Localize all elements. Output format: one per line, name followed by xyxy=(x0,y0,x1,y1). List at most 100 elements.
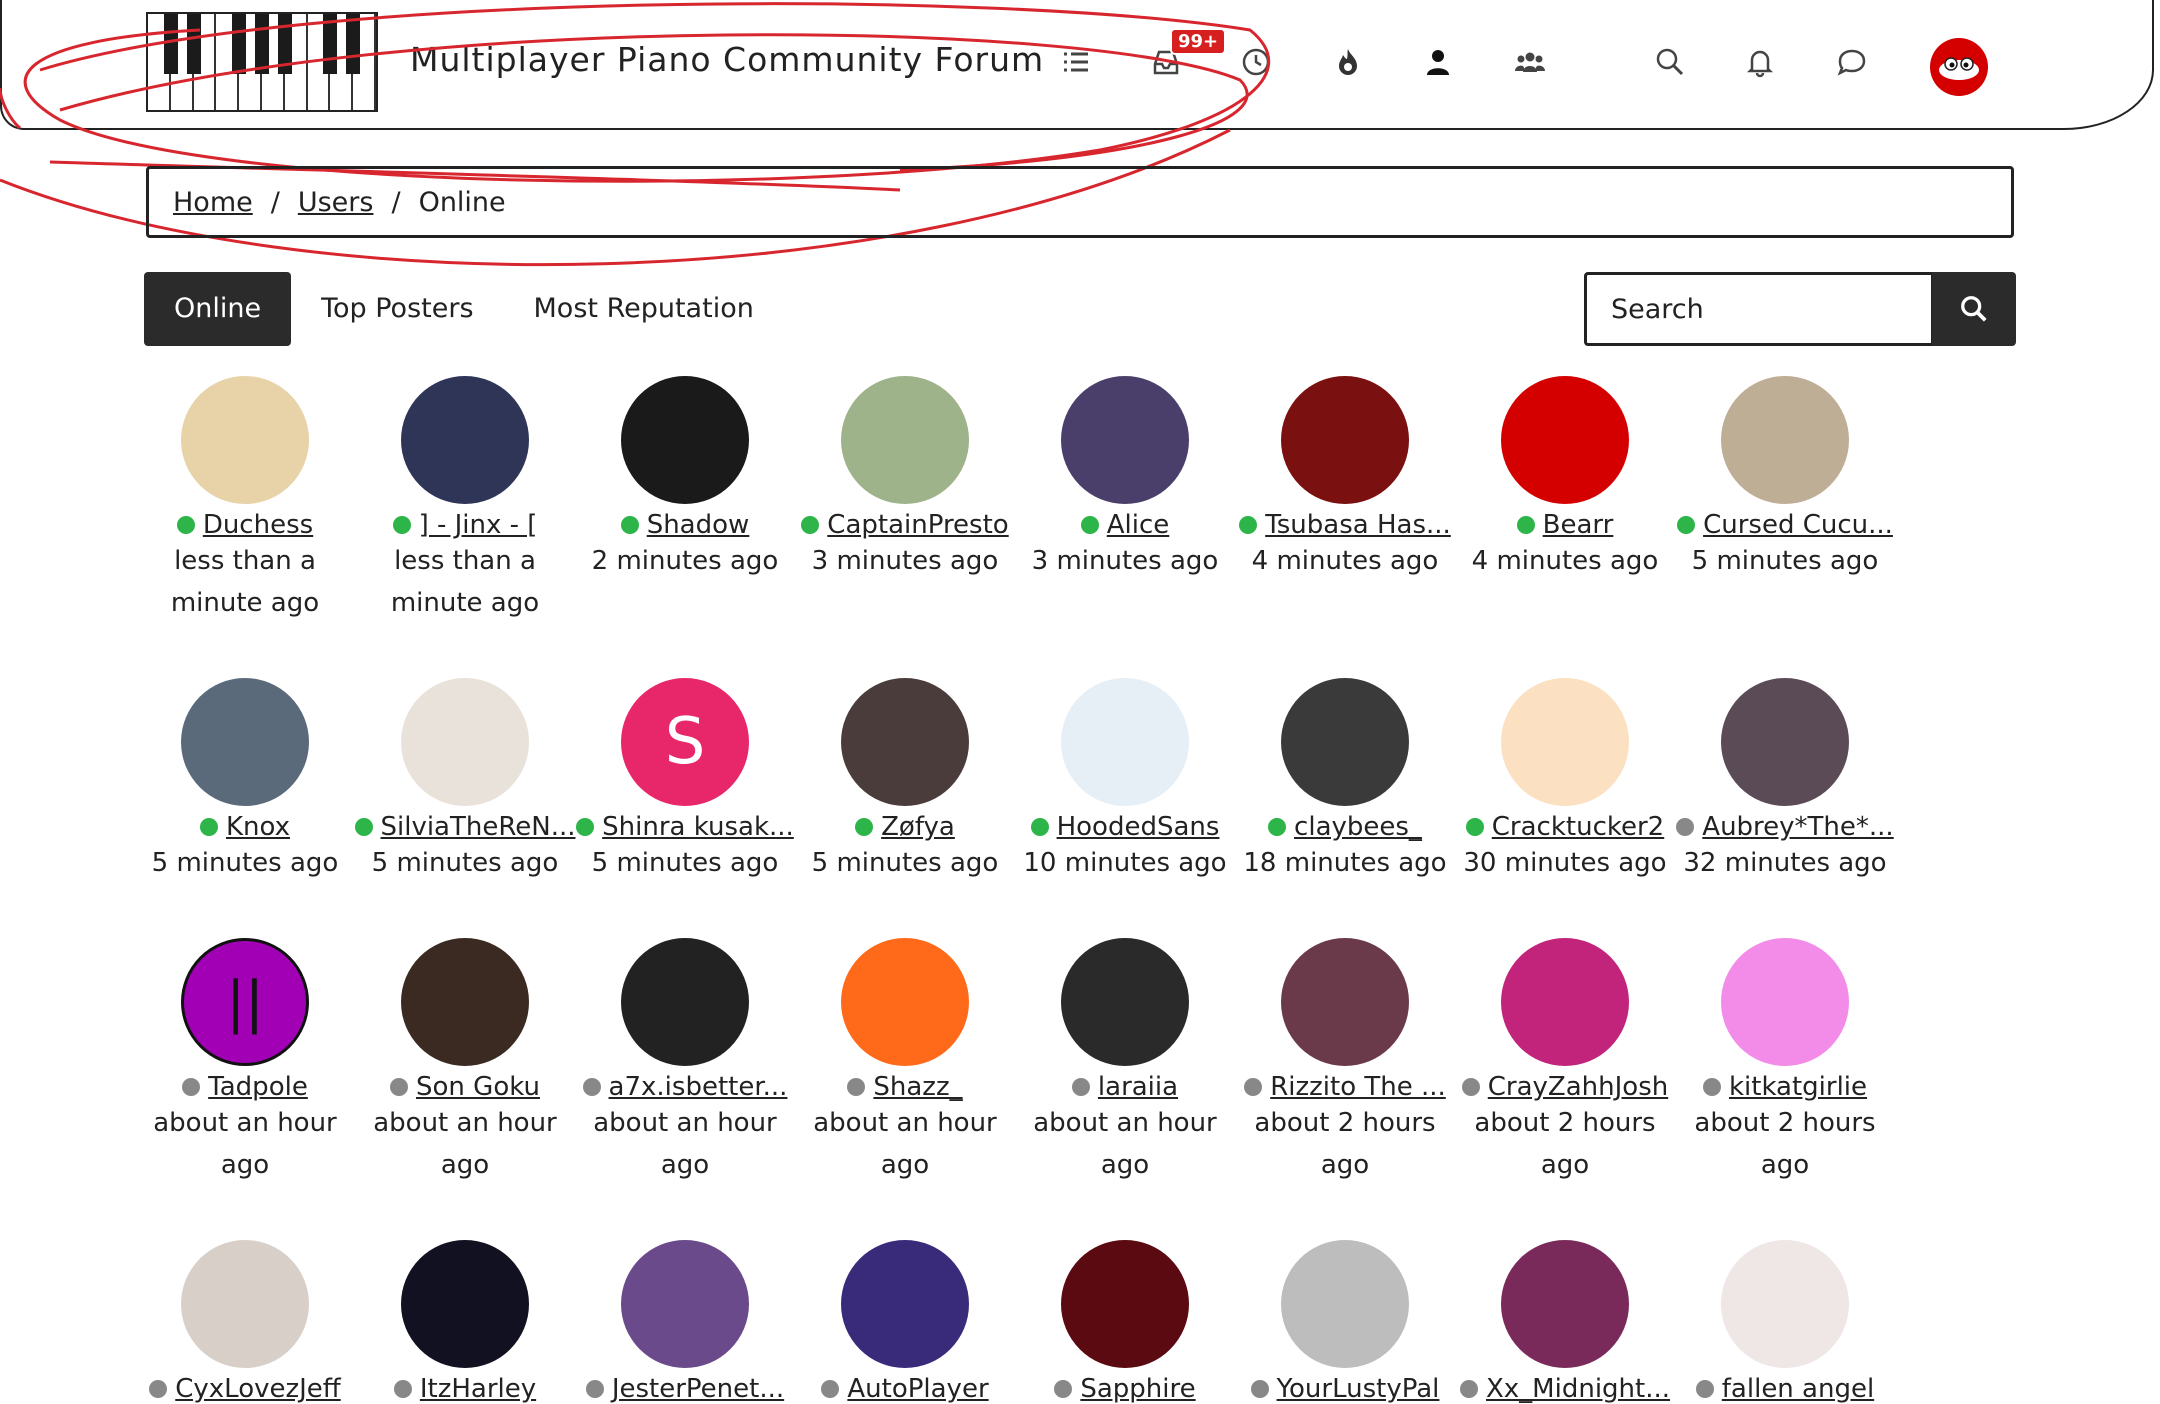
user-name-link[interactable]: Xx_Midnight... xyxy=(1486,1374,1670,1404)
user-name-link[interactable]: CrayZahhJosh xyxy=(1488,1072,1668,1102)
user-search-input[interactable]: Search xyxy=(1584,272,1934,346)
user-card: claybees_ 18 minutes ago xyxy=(1235,678,1455,884)
user-name-link[interactable]: SilviaTheReN... xyxy=(381,812,576,842)
user-name-link[interactable]: ] - Jinx - [ xyxy=(419,510,538,540)
chat-icon[interactable] xyxy=(1834,44,1870,80)
user-name-line: Cracktucker2 xyxy=(1455,812,1675,842)
user-name-link[interactable]: YourLustyPal xyxy=(1277,1374,1440,1404)
user-icon[interactable] xyxy=(1420,44,1456,80)
user-name-link[interactable]: Shazz_ xyxy=(873,1072,962,1102)
user-card: Shazz_about an hour ago xyxy=(795,938,1015,1186)
tab-most-reputation[interactable]: Most Reputation xyxy=(504,272,784,346)
user-name-link[interactable]: Cracktucker2 xyxy=(1492,812,1664,842)
user-avatar[interactable] xyxy=(1501,938,1629,1066)
tab-top-posters[interactable]: Top Posters xyxy=(291,272,503,346)
status-indicator xyxy=(847,1078,866,1096)
user-avatar[interactable] xyxy=(1721,938,1849,1066)
user-name-link[interactable]: Bearr xyxy=(1543,510,1614,540)
user-name-link[interactable]: a7x.isbetter... xyxy=(609,1072,788,1102)
user-name-link[interactable]: ItzHarley xyxy=(420,1374,536,1404)
user-avatar[interactable] xyxy=(181,678,309,806)
user-name-link[interactable]: laraiia xyxy=(1098,1072,1178,1102)
user-avatar[interactable] xyxy=(841,1240,969,1368)
user-card: CyxLovezJeff xyxy=(135,1240,355,1404)
user-name-link[interactable]: Zøfya xyxy=(881,812,955,842)
user-avatar[interactable] xyxy=(1721,678,1849,806)
user-name-link[interactable]: Tsubasa Has... xyxy=(1265,510,1451,540)
list-icon[interactable] xyxy=(1058,44,1094,80)
user-name-link[interactable]: Alice xyxy=(1107,510,1170,540)
user-card: JesterPenet... xyxy=(575,1240,795,1404)
user-avatar[interactable] xyxy=(841,938,969,1066)
user-name-link[interactable]: Knox xyxy=(226,812,290,842)
user-avatar[interactable] xyxy=(1930,38,1988,96)
user-avatar[interactable] xyxy=(1061,938,1189,1066)
breadcrumb-home[interactable]: Home xyxy=(173,187,253,218)
user-avatar[interactable]: || xyxy=(181,938,309,1066)
user-avatar[interactable] xyxy=(1281,938,1409,1066)
user-search-button[interactable] xyxy=(1932,272,2016,346)
status-indicator xyxy=(1244,1078,1263,1096)
user-avatar[interactable] xyxy=(1281,1240,1409,1368)
site-title[interactable]: Multiplayer Piano Community Forum xyxy=(410,40,1044,79)
user-card: Tsubasa Has... 4 minutes ago xyxy=(1235,376,1455,582)
user-name-link[interactable]: Aubrey*The*... xyxy=(1702,812,1893,842)
bell-icon[interactable] xyxy=(1742,44,1778,80)
user-card: || Tadpole about an hour ago xyxy=(135,938,355,1186)
user-name-link[interactable]: claybees_ xyxy=(1294,812,1422,842)
last-online-time: about 2 hours ago xyxy=(1254,1108,1436,1180)
user-name-link[interactable]: AutoPlayer xyxy=(847,1374,988,1404)
user-avatar[interactable] xyxy=(841,376,969,504)
user-avatar[interactable] xyxy=(181,376,309,504)
user-avatar[interactable] xyxy=(621,938,749,1066)
fire-icon[interactable] xyxy=(1330,44,1366,80)
user-avatar[interactable] xyxy=(841,678,969,806)
user-avatar[interactable] xyxy=(1061,678,1189,806)
user-name-link[interactable]: fallen angel xyxy=(1722,1374,1874,1404)
user-name-link[interactable]: Shadow xyxy=(647,510,750,540)
user-avatar[interactable]: S xyxy=(621,678,749,806)
user-name-link[interactable]: Rizzito The ... xyxy=(1270,1072,1446,1102)
search-icon[interactable] xyxy=(1652,44,1688,80)
user-name-line: Xx_Midnight... xyxy=(1455,1374,1675,1404)
user-avatar[interactable] xyxy=(1721,1240,1849,1368)
user-name-link[interactable]: Cursed Cucu... xyxy=(1703,510,1893,540)
user-avatar[interactable] xyxy=(1721,376,1849,504)
user-avatar[interactable] xyxy=(401,938,529,1066)
status-indicator xyxy=(1071,1078,1090,1096)
user-avatar[interactable] xyxy=(621,376,749,504)
user-avatar[interactable] xyxy=(1281,678,1409,806)
user-avatar[interactable] xyxy=(1061,1240,1189,1368)
user-name-link[interactable]: Tadpole xyxy=(208,1072,308,1102)
user-name-link[interactable]: JesterPenet... xyxy=(612,1374,784,1404)
users-icon[interactable] xyxy=(1512,44,1548,80)
site-logo[interactable] xyxy=(146,12,378,112)
status-indicator xyxy=(1702,1078,1721,1096)
user-name-link[interactable]: Shinra kusak... xyxy=(602,812,794,842)
user-name-line: a7x.isbetter... xyxy=(575,1072,795,1102)
user-avatar[interactable] xyxy=(181,1240,309,1368)
user-name-link[interactable]: kitkatgirlie xyxy=(1729,1072,1867,1102)
user-name-link[interactable]: Duchess xyxy=(203,510,313,540)
user-card: Zøfya 5 minutes ago xyxy=(795,678,1015,884)
user-name-link[interactable]: CaptainPresto xyxy=(827,510,1008,540)
user-avatar[interactable] xyxy=(1281,376,1409,504)
user-avatar[interactable] xyxy=(401,1240,529,1368)
user-avatar[interactable] xyxy=(1061,376,1189,504)
user-name-link[interactable]: Sapphire xyxy=(1080,1374,1195,1404)
breadcrumb-users[interactable]: Users xyxy=(298,187,374,218)
user-name-line: Duchess xyxy=(135,510,355,540)
user-avatar[interactable] xyxy=(1501,376,1629,504)
user-avatar[interactable] xyxy=(401,376,529,504)
user-avatar[interactable] xyxy=(1501,678,1629,806)
user-name-link[interactable]: CyxLovezJeff xyxy=(175,1374,340,1404)
user-name-link[interactable]: Son Goku xyxy=(416,1072,540,1102)
user-name-link[interactable]: HoodedSans xyxy=(1057,812,1220,842)
tab-online[interactable]: Online xyxy=(144,272,292,346)
last-online-time: about an hour ago xyxy=(813,1108,997,1180)
user-card: Son Goku about an hour ago xyxy=(355,938,575,1186)
user-avatar[interactable] xyxy=(401,678,529,806)
user-avatar[interactable] xyxy=(1501,1240,1629,1368)
user-avatar[interactable] xyxy=(621,1240,749,1368)
clock-icon[interactable] xyxy=(1238,44,1274,80)
